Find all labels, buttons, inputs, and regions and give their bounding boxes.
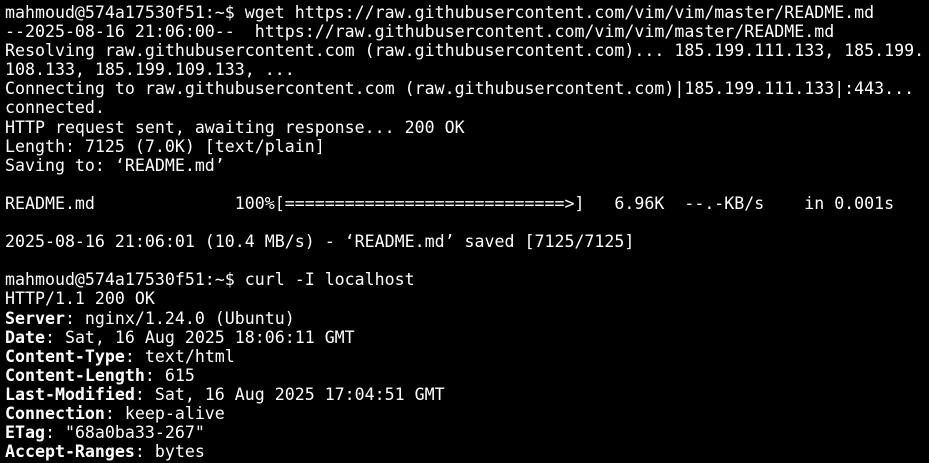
- length-line: Length: 7125 (7.0K) [text/plain]: [5, 136, 325, 156]
- header-line-accept-ranges: Accept-Ranges: bytes: [5, 442, 929, 461]
- header-key: ETag: [5, 423, 45, 443]
- header-line-content-type: Content-Type: text/html: [5, 347, 929, 366]
- header-key: Server: [5, 308, 65, 328]
- header-key: Last-Modified: [5, 384, 135, 404]
- resolving-line-continued: 108.133, 185.199.109.133, ...: [5, 60, 295, 80]
- header-key: Connection: [5, 403, 105, 423]
- download-progress-line: README.md 100%[=========================…: [5, 193, 895, 213]
- saving-to-line: Saving to: ‘README.md’: [5, 155, 225, 175]
- header-key: Accept-Ranges: [5, 442, 135, 462]
- header-line-content-length: Content-Length: 615: [5, 366, 929, 385]
- header-line-connection: Connection: keep-alive: [5, 404, 929, 423]
- saved-summary-line: 2025-08-16 21:06:01 (10.4 MB/s) - ‘READM…: [5, 232, 635, 252]
- connected-line: connected.: [5, 98, 105, 118]
- header-line-etag: ETag: "68a0ba33-267": [5, 423, 929, 442]
- header-line-date: Date: Sat, 16 Aug 2025 18:06:11 GMT: [5, 328, 929, 347]
- header-value: : Sat, 16 Aug 2025 18:06:11 GMT: [44, 327, 355, 347]
- header-line-last-modified: Last-Modified: Sat, 16 Aug 2025 17:04:51…: [5, 385, 929, 404]
- header-line-server: Server: nginx/1.24.0 (Ubuntu): [5, 309, 929, 328]
- http-request-line: HTTP request sent, awaiting response... …: [5, 117, 465, 137]
- http-status-line: HTTP/1.1 200 OK: [5, 289, 155, 309]
- header-value: : "68a0ba33-267": [44, 423, 205, 443]
- connecting-line: Connecting to raw.githubusercontent.com …: [5, 79, 915, 99]
- terminal-window[interactable]: mahmoud@574a17530f51:~$ wget https://raw…: [0, 0, 929, 463]
- header-value: : Sat, 16 Aug 2025 17:04:51 GMT: [134, 384, 445, 404]
- header-key: Content-Length: [5, 365, 145, 385]
- resolving-line: Resolving raw.githubusercontent.com (raw…: [5, 41, 925, 61]
- header-value: : text/html: [124, 346, 235, 366]
- header-value: : keep-alive: [104, 403, 225, 423]
- header-value: : nginx/1.24.0 (Ubuntu): [64, 308, 295, 328]
- wget-timestamp-url-line: --2025-08-16 21:06:00-- https://raw.gith…: [5, 22, 835, 42]
- wget-command-line: mahmoud@574a17530f51:~$ wget https://raw…: [5, 3, 875, 22]
- header-value: : 615: [144, 365, 195, 385]
- header-value: : bytes: [134, 442, 205, 462]
- header-key: Content-Type: [5, 346, 125, 366]
- curl-command-line: mahmoud@574a17530f51:~$ curl -I localhos…: [5, 270, 415, 290]
- header-key: Date: [5, 327, 45, 347]
